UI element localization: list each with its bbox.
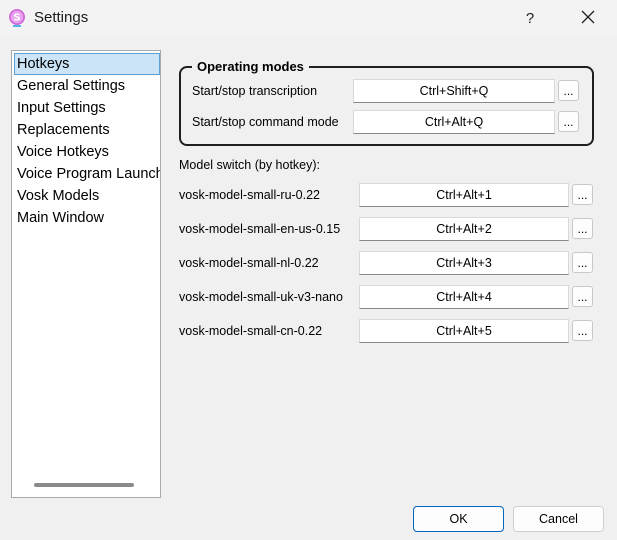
model-uk-label: vosk-model-small-uk-v3-nano — [179, 290, 343, 304]
model-en-us-hotkey-field[interactable]: Ctrl+Alt+2 — [359, 217, 569, 241]
settings-category-list[interactable]: Hotkeys General Settings Input Settings … — [11, 50, 161, 498]
ok-button[interactable]: OK — [413, 506, 504, 532]
model-cn-hotkey-field[interactable]: Ctrl+Alt+5 — [359, 319, 569, 343]
nav-item-general-settings[interactable]: General Settings — [14, 75, 160, 97]
model-cn-label: vosk-model-small-cn-0.22 — [179, 324, 323, 338]
nav-item-hotkeys[interactable]: Hotkeys — [14, 53, 160, 75]
help-button[interactable]: ? — [510, 0, 550, 37]
transcription-hotkey-button[interactable]: ... — [558, 80, 579, 101]
model-cn-hotkey-button[interactable]: ... — [572, 320, 593, 341]
model-nl-label: vosk-model-small-nl-0.22 — [179, 256, 319, 270]
command-mode-label: Start/stop command mode — [192, 115, 339, 129]
model-ru-label: vosk-model-small-ru-0.22 — [179, 188, 321, 202]
operating-modes-group — [179, 66, 594, 146]
model-uk-hotkey-button[interactable]: ... — [572, 286, 593, 307]
model-ru-hotkey-button[interactable]: ... — [572, 184, 593, 205]
cancel-button[interactable]: Cancel — [513, 506, 604, 532]
nav-item-main-window[interactable]: Main Window — [14, 207, 160, 229]
operating-modes-title: Operating modes — [192, 59, 309, 74]
command-mode-hotkey-button[interactable]: ... — [558, 111, 579, 132]
app-logo-icon: S — [7, 8, 27, 28]
model-ru-hotkey-field[interactable]: Ctrl+Alt+1 — [359, 183, 569, 207]
transcription-label: Start/stop transcription — [192, 84, 318, 98]
nav-item-input-settings[interactable]: Input Settings — [14, 97, 160, 119]
nav-item-voice-hotkeys[interactable]: Voice Hotkeys — [14, 141, 160, 163]
close-icon — [581, 10, 595, 27]
title-bar: S Settings ? — [0, 0, 617, 37]
close-button[interactable] — [565, 0, 611, 37]
svg-text:S: S — [13, 13, 20, 24]
model-en-us-label: vosk-model-small-en-us-0.15 — [179, 222, 341, 236]
model-en-us-hotkey-button[interactable]: ... — [572, 218, 593, 239]
nav-item-vosk-models[interactable]: Vosk Models — [14, 185, 160, 207]
model-nl-hotkey-field[interactable]: Ctrl+Alt+3 — [359, 251, 569, 275]
nav-item-replacements[interactable]: Replacements — [14, 119, 160, 141]
model-switch-title: Model switch (by hotkey): — [179, 158, 321, 172]
model-nl-hotkey-button[interactable]: ... — [572, 252, 593, 273]
command-mode-hotkey-field[interactable]: Ctrl+Alt+Q — [353, 110, 555, 134]
model-uk-hotkey-field[interactable]: Ctrl+Alt+4 — [359, 285, 569, 309]
transcription-hotkey-field[interactable]: Ctrl+Shift+Q — [353, 79, 555, 103]
nav-item-voice-program-launch[interactable]: Voice Program Launch — [14, 163, 160, 185]
window-title: Settings — [34, 9, 89, 26]
horizontal-scrollbar[interactable] — [34, 483, 134, 487]
